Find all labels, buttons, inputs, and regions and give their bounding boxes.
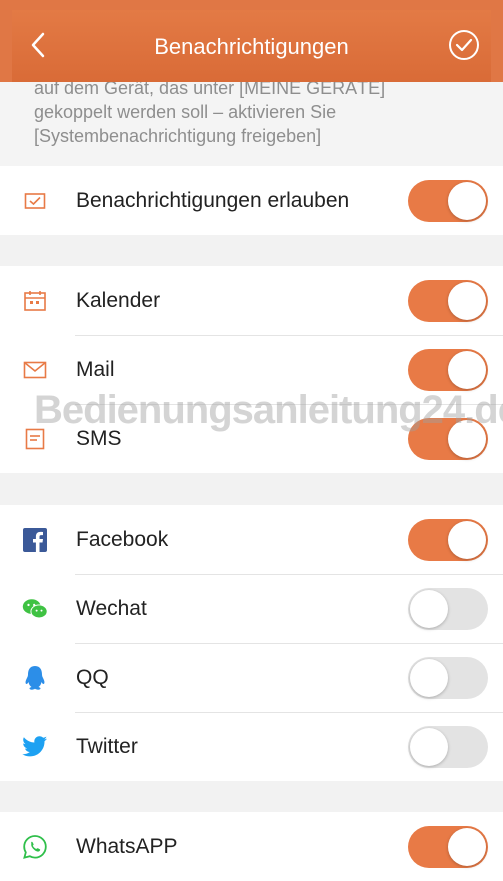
setting-row-twitter: Twitter xyxy=(0,712,503,781)
toggle-qq[interactable] xyxy=(408,657,488,699)
toggle-knob xyxy=(448,182,486,220)
setting-label: Twitter xyxy=(76,735,138,758)
setting-row-sms: SMS xyxy=(0,404,503,473)
wechat-icon xyxy=(22,596,48,622)
mail-icon xyxy=(22,357,48,383)
intro-line: auf dem Gerät, das unter [MEINE GERÄTE] xyxy=(34,82,386,98)
setting-row-wechat: Wechat xyxy=(0,574,503,643)
navigation-bar: Benachrichtigungen xyxy=(12,10,491,82)
setting-label: Facebook xyxy=(76,528,169,551)
toggle-wechat[interactable] xyxy=(408,588,488,630)
system-apps-group: Kalender Mail SMS xyxy=(0,266,503,473)
toggle-knob xyxy=(448,420,486,458)
intro-section: auf dem Gerät, das unter [MEINE GERÄTE] … xyxy=(0,82,503,166)
allow-notifications-group: Benachrichtigungen erlauben xyxy=(0,166,503,235)
setting-row-mail: Mail xyxy=(0,335,503,404)
setting-row-facebook: Facebook xyxy=(0,505,503,574)
toggle-knob xyxy=(448,282,486,320)
toggle-knob xyxy=(410,728,448,766)
toggle-knob xyxy=(448,521,486,559)
toggle-knob xyxy=(448,828,486,866)
calendar-icon xyxy=(22,288,48,314)
toggle-whatsapp[interactable] xyxy=(408,826,488,868)
setting-label: Mail xyxy=(76,358,115,381)
page-title: Benachrichtigungen xyxy=(154,34,349,59)
setting-row-allow-notifications: Benachrichtigungen erlauben xyxy=(0,166,503,235)
whatsapp-icon xyxy=(22,834,48,860)
social-apps-group: Facebook Wechat QQ Twitter xyxy=(0,505,503,781)
toggle-knob xyxy=(410,659,448,697)
setting-label: Kalender xyxy=(76,289,161,312)
intro-line: gekoppelt werden soll – aktivieren Sie xyxy=(34,102,337,122)
qq-icon xyxy=(22,665,48,691)
toggle-twitter[interactable] xyxy=(408,726,488,768)
setting-label: WhatsAPP xyxy=(76,835,178,858)
intro-text: auf dem Gerät, das unter [MEINE GERÄTE] … xyxy=(34,82,474,148)
confirm-button[interactable] xyxy=(447,28,481,62)
setting-label: Benachrichtigungen erlauben xyxy=(76,189,350,212)
setting-label: Wechat xyxy=(76,597,147,620)
facebook-icon xyxy=(22,527,48,553)
setting-row-whatsapp: WhatsAPP xyxy=(0,812,503,881)
check-circle-icon xyxy=(449,30,479,60)
intro-line: [Systembenachrichtigung freigeben] xyxy=(34,126,322,146)
envelope-check-icon xyxy=(22,188,48,214)
toggle-sms[interactable] xyxy=(408,418,488,460)
toggle-mail[interactable] xyxy=(408,349,488,391)
setting-label: QQ xyxy=(76,666,109,689)
toggle-facebook[interactable] xyxy=(408,519,488,561)
toggle-allow-notifications[interactable] xyxy=(408,180,488,222)
setting-row-qq: QQ xyxy=(0,643,503,712)
twitter-icon xyxy=(22,734,48,760)
sms-icon xyxy=(22,426,48,452)
toggle-calendar[interactable] xyxy=(408,280,488,322)
setting-label: SMS xyxy=(76,427,122,450)
messenger-apps-group: WhatsAPP xyxy=(0,812,503,881)
setting-row-calendar: Kalender xyxy=(0,266,503,335)
toggle-knob xyxy=(448,351,486,389)
toggle-knob xyxy=(410,590,448,628)
